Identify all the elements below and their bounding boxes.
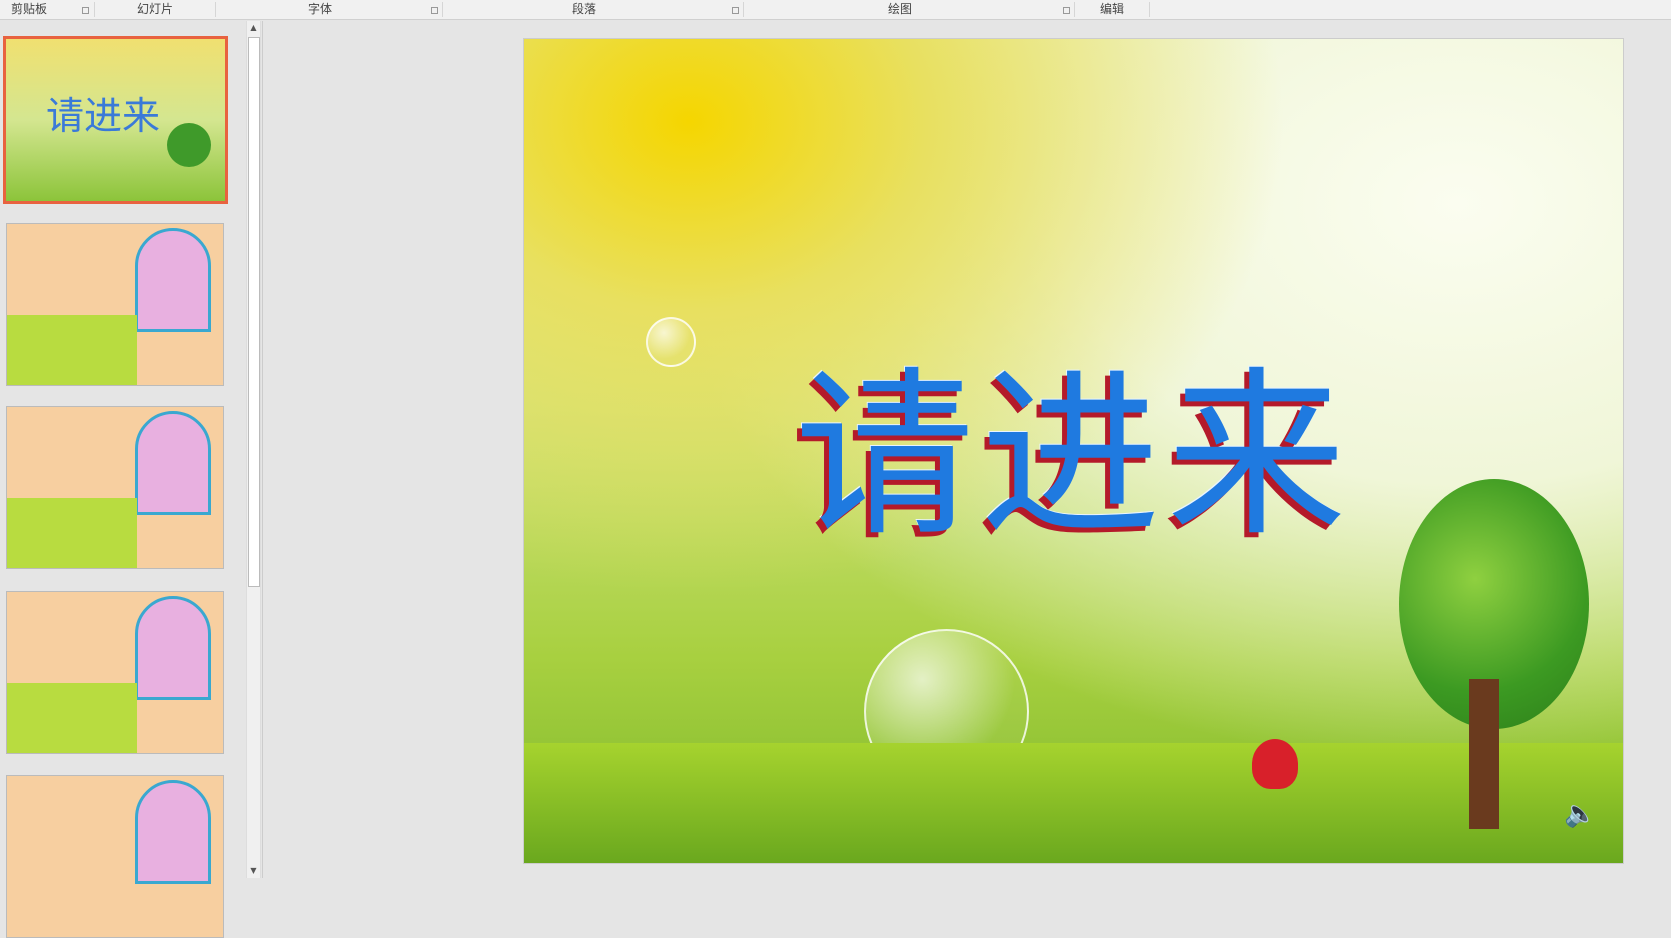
font-launcher-icon[interactable]	[431, 7, 438, 14]
ribbon-group-bar: 剪贴板 幻灯片 字体 段落 绘图 编辑	[0, 0, 1671, 20]
slide-thumbnail-1[interactable]: 请进来	[3, 36, 228, 204]
slide-thumbnail-4[interactable]	[6, 591, 224, 754]
grass-decoration	[524, 743, 1623, 863]
speaker-icon[interactable]: 🔈	[1564, 799, 1596, 829]
ribbon-group-paragraph: 段落	[571, 2, 596, 16]
ribbon-group-font: 字体	[307, 2, 332, 16]
drawing-launcher-icon[interactable]	[1063, 7, 1070, 14]
slide-thumbnail-5[interactable]	[6, 775, 224, 938]
thumbnail-title: 请进来	[46, 94, 161, 138]
paragraph-launcher-icon[interactable]	[732, 7, 739, 14]
tree-icon	[167, 123, 211, 167]
scroll-up-icon[interactable]: ▲	[247, 21, 260, 35]
divider	[743, 2, 744, 17]
ribbon-group-drawing: 绘图	[887, 2, 912, 16]
clipboard-launcher-icon[interactable]	[82, 7, 89, 14]
tree-trunk	[1469, 679, 1499, 829]
divider	[442, 2, 443, 17]
slide-thumbnail-panel: 请进来	[0, 21, 263, 938]
divider	[94, 2, 95, 17]
scroll-down-icon[interactable]: ▼	[247, 864, 260, 878]
ribbon-group-editing: 编辑	[1099, 2, 1124, 16]
divider	[1074, 2, 1075, 17]
divider	[1149, 2, 1150, 17]
slide-canvas[interactable]: 请进来 🔈	[523, 38, 1624, 864]
slide-thumbnail-2[interactable]	[6, 223, 224, 386]
thumbnail-scrollbar[interactable]: ▲ ▼	[246, 21, 261, 878]
scrollbar-thumb[interactable]	[248, 37, 260, 587]
divider	[215, 2, 216, 17]
slide-title[interactable]: 请进来	[524, 309, 1623, 570]
slide-thumbnail-3[interactable]	[6, 406, 224, 569]
ribbon-group-clipboard: 剪贴板	[10, 2, 47, 16]
ribbon-group-slides: 幻灯片	[136, 2, 173, 16]
watering-can-icon	[1252, 739, 1298, 789]
